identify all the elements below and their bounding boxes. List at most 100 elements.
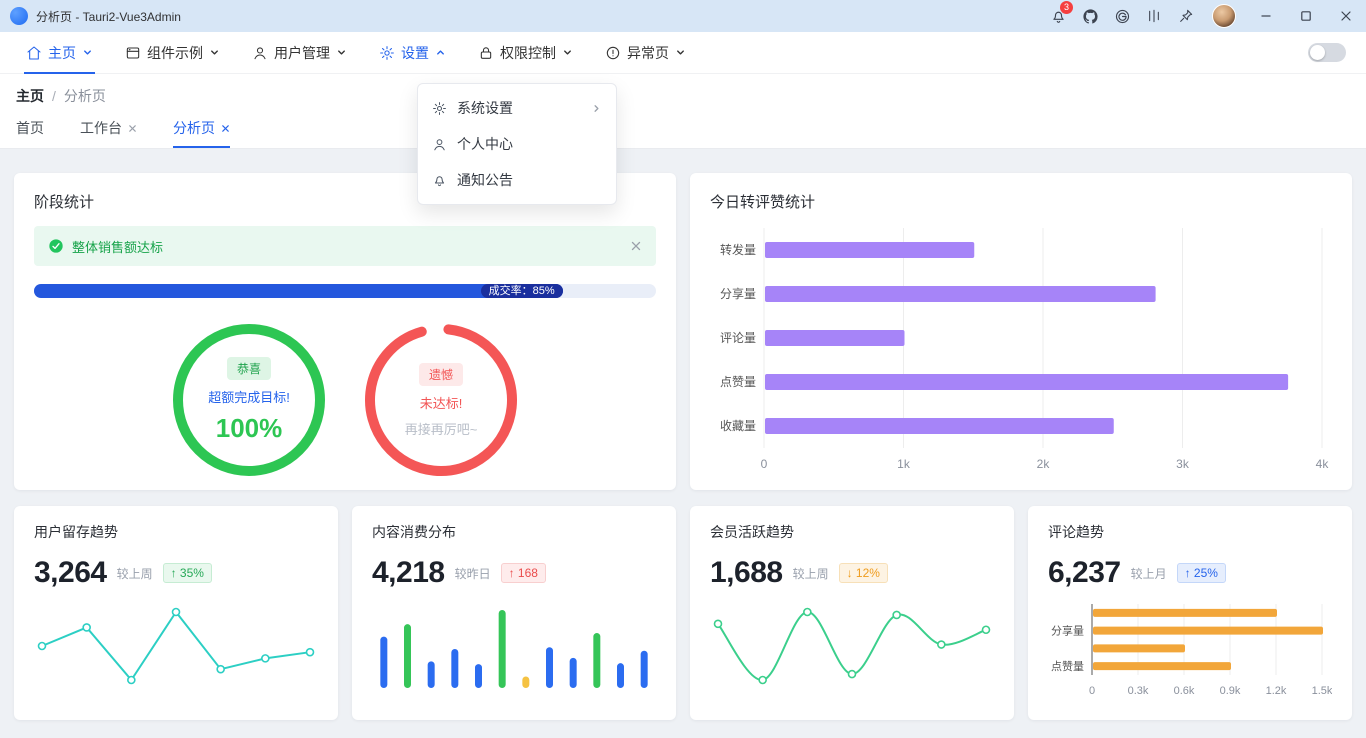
chevron-right-icon — [591, 103, 602, 114]
app-window: 分析页 - Tauri2-Vue3Admin 3 主页 组件示例 用户管理 设置… — [0, 0, 1366, 738]
svg-text:4k: 4k — [1316, 457, 1330, 471]
alert-close-icon[interactable] — [630, 240, 642, 252]
menu-item-system-settings[interactable]: 系统设置 — [418, 90, 616, 126]
tab-close-icon[interactable] — [221, 124, 230, 133]
columns-layout-icon[interactable] — [1138, 0, 1170, 32]
stat-compare-label: 较上周 — [792, 566, 829, 581]
svg-text:分享量: 分享量 — [720, 286, 756, 301]
nav-item-permissions[interactable]: 权限控制 — [462, 32, 589, 73]
theme-toggle[interactable] — [1308, 43, 1346, 62]
trend-badge: ↑ 168 — [500, 563, 546, 583]
menu-item-label: 系统设置 — [457, 100, 513, 116]
stat-row: 1,688 较上周 ↓ 12% — [710, 556, 994, 590]
tab-close-icon[interactable] — [128, 124, 137, 133]
navbar-right — [1308, 32, 1356, 73]
minimize-button[interactable] — [1246, 0, 1286, 32]
success-alert: 整体销售额达标 — [34, 226, 656, 266]
trend-badge: ↑ 35% — [162, 563, 212, 583]
svg-text:点赞量: 点赞量 — [720, 375, 756, 389]
titlebar-left: 分析页 - Tauri2-Vue3Admin — [0, 7, 1042, 25]
tab-home[interactable]: 首页 — [16, 108, 44, 148]
chevron-down-icon — [564, 50, 571, 55]
retention-card: 用户留存趋势 3,264 较上周 ↑ 35% — [14, 506, 338, 720]
gear-icon — [380, 45, 394, 60]
gear-icon — [433, 101, 446, 115]
success-value: 100% — [215, 412, 283, 443]
success-ring: 恭喜 超额完成目标! 100% — [171, 322, 327, 478]
tab-workbench[interactable]: 工作台 — [80, 108, 137, 148]
stat-value: 6,237 — [1048, 556, 1121, 589]
tab-bar: 首页 工作台 分析页 — [0, 108, 1366, 148]
alert-circle-icon — [606, 46, 620, 59]
svg-text:1.2k: 1.2k — [1266, 685, 1287, 697]
notifications-bell-icon[interactable]: 3 — [1042, 0, 1074, 32]
breadcrumb: 主页 / 分析页 — [0, 74, 1366, 108]
nav-item-settings[interactable]: 设置 — [363, 32, 462, 73]
titlebar-right: 3 — [1042, 0, 1366, 32]
top-navbar: 主页 组件示例 用户管理 设置 权限控制 异常页 — [0, 32, 1366, 74]
menu-item-label: 通知公告 — [457, 172, 513, 188]
svg-text:1k: 1k — [897, 457, 911, 471]
card-title: 评论趋势 — [1048, 524, 1104, 540]
home-icon — [27, 45, 41, 60]
close-button[interactable] — [1326, 0, 1366, 32]
svg-text:0: 0 — [1089, 685, 1095, 697]
user-icon — [434, 138, 445, 150]
conversion-progress-track: 成交率：85% — [34, 284, 656, 298]
app-logo — [10, 7, 28, 25]
fail-submessage: 再接再厉吧~ — [404, 421, 478, 437]
notification-count-badge: 3 — [1060, 1, 1073, 14]
lock-icon — [480, 46, 492, 59]
svg-text:0.9k: 0.9k — [1220, 685, 1241, 697]
chevron-down-icon — [211, 50, 218, 55]
chevron-down-icon — [338, 50, 345, 55]
menu-item-profile[interactable]: 个人中心 — [418, 126, 616, 162]
stat-row: 3,264 较上周 ↑ 35% — [34, 556, 318, 590]
maximize-button[interactable] — [1286, 0, 1326, 32]
user-avatar[interactable] — [1212, 4, 1236, 28]
breadcrumb-root[interactable]: 主页 — [16, 86, 44, 106]
fail-badge: 遗憾 — [418, 362, 463, 386]
github-icon[interactable] — [1074, 0, 1106, 32]
fail-ring: 遗憾 未达标! 再接再厉吧~ — [363, 322, 519, 478]
settings-dropdown-menu: 系统设置 个人中心 通知公告 — [417, 83, 617, 205]
svg-text:收藏量: 收藏量 — [720, 419, 756, 433]
breadcrumb-separator: / — [52, 88, 56, 104]
svg-text:1.5k: 1.5k — [1312, 685, 1332, 697]
svg-text:评论量: 评论量 — [720, 331, 756, 345]
success-message: 超额完成目标! — [208, 389, 290, 405]
stat-row: 6,237 较上月 ↑ 25% — [1048, 556, 1332, 590]
menu-item-announcements[interactable]: 通知公告 — [418, 162, 616, 198]
nav-item-home[interactable]: 主页 — [10, 32, 109, 74]
nav-item-label: 主页 — [48, 44, 76, 61]
svg-text:0: 0 — [761, 457, 768, 471]
user-icon — [254, 46, 266, 59]
nav-item-components[interactable]: 组件示例 — [109, 32, 236, 73]
comment-trend-card: 评论趋势 6,237 较上月 ↑ 25% 0 0.3k 0.6k 0.9k 1.2k 1.… — [1028, 506, 1352, 720]
nav-item-users[interactable]: 用户管理 — [236, 32, 363, 73]
card-title: 会员活跃趋势 — [710, 524, 794, 540]
check-circle-icon — [49, 239, 63, 253]
subheader: 主页 / 分析页 首页 工作台 分析页 — [0, 74, 1366, 149]
alert-text: 整体销售额达标 — [72, 239, 164, 255]
bell-icon — [434, 175, 445, 186]
pin-icon[interactable] — [1170, 0, 1202, 32]
svg-text:点赞量: 点赞量 — [1051, 660, 1084, 673]
gitee-icon[interactable] — [1106, 0, 1138, 32]
success-badge: 恭喜 — [226, 356, 271, 380]
success-ring-content: 恭喜 超额完成目标! 100% — [183, 334, 315, 466]
tab-label: 首页 — [16, 120, 44, 136]
content-area: 阶段统计 整体销售额达标 成交率：85% 恭喜 超额完成目标! 100% 遗憾 … — [0, 149, 1366, 720]
member-activity-card: 会员活跃趋势 1,688 较上周 ↓ 12% — [690, 506, 1014, 720]
fail-message: 未达标! — [419, 395, 463, 411]
engagement-statistics-card: 今日转评赞统计 0 1k 2k 3k 4k 转发量 分享量 评论量 点赞量 收藏量 — [690, 173, 1352, 490]
components-icon — [126, 46, 140, 59]
titlebar: 分析页 - Tauri2-Vue3Admin 3 — [0, 0, 1366, 32]
stage-statistics-card: 阶段统计 整体销售额达标 成交率：85% 恭喜 超额完成目标! 100% 遗憾 … — [14, 173, 676, 490]
nav-item-exceptions[interactable]: 异常页 — [589, 32, 702, 73]
svg-text:转发量: 转发量 — [720, 242, 756, 257]
nav-item-label: 组件示例 — [147, 44, 203, 61]
tab-analysis[interactable]: 分析页 — [173, 108, 230, 148]
progress-label: 成交率：85% — [480, 284, 563, 298]
toggle-knob — [1310, 45, 1325, 60]
